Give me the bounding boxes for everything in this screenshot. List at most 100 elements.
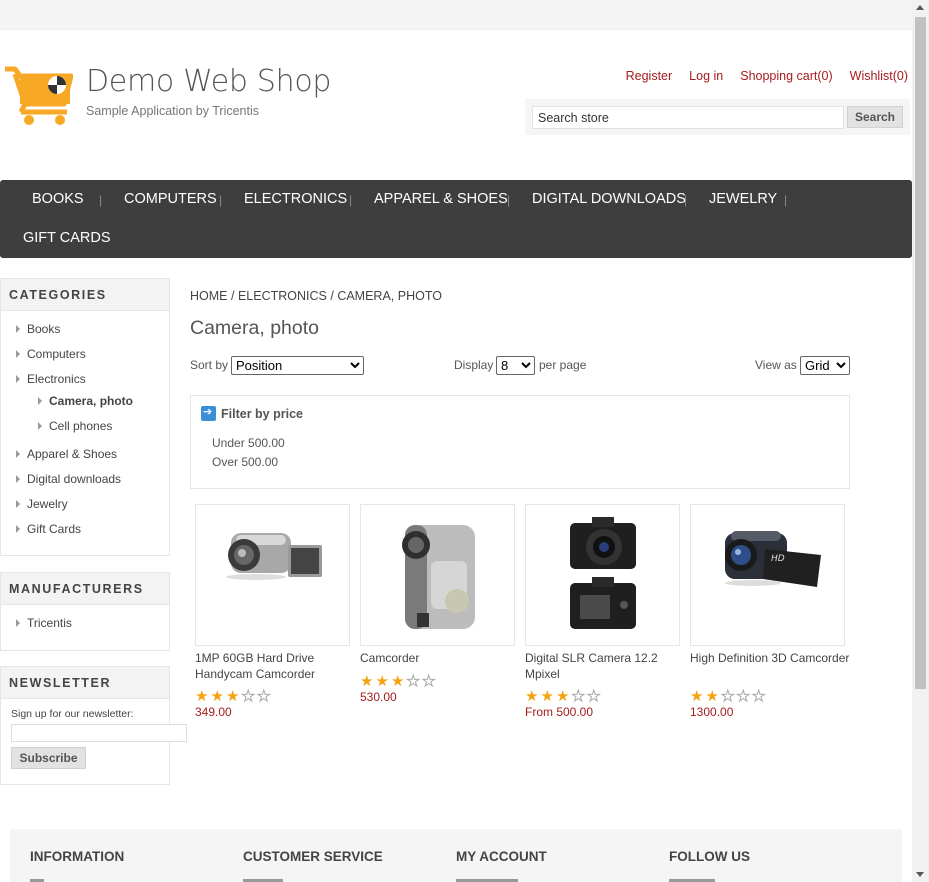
star-empty-icon: ★ <box>587 687 601 705</box>
triangle-right-icon <box>16 350 20 358</box>
svg-text:HD: HD <box>771 554 785 564</box>
scroll-up-icon[interactable] <box>916 5 924 10</box>
categories-block: CATEGORIES Books Computers Electronics C… <box>0 278 170 556</box>
star-filled-icon: ★ <box>226 687 240 705</box>
product-title[interactable]: Camcorder <box>360 650 520 666</box>
register-link[interactable]: Register <box>626 69 673 83</box>
menu-item-apparel-shoes[interactable]: APPAREL & SHOES <box>374 191 508 207</box>
menu-item-books[interactable]: BOOKS <box>32 191 84 207</box>
price-filter: Filter by price Under 500.00 Over 500.00 <box>190 395 850 489</box>
star-empty-icon: ★ <box>422 672 436 690</box>
triangle-right-icon <box>16 325 20 333</box>
filter-title: Filter by price <box>221 407 303 421</box>
menu-separator: | <box>507 193 511 207</box>
search-input[interactable] <box>532 106 844 129</box>
breadcrumb-electronics[interactable]: ELECTRONICS <box>238 289 327 303</box>
search-button[interactable]: Search <box>847 106 903 128</box>
category-cell-phones[interactable]: Cell phones <box>38 419 112 433</box>
category-computers[interactable]: Computers <box>16 347 86 361</box>
star-empty-icon: ★ <box>752 687 766 705</box>
menu-item-electronics[interactable]: ELECTRONICS <box>244 191 347 207</box>
category-label: Jewelry <box>27 497 68 511</box>
triangle-right-icon <box>16 525 20 533</box>
price-filter-over[interactable]: Over 500.00 <box>212 455 278 469</box>
manufacturer-label: Tricentis <box>27 616 72 630</box>
triangle-right-icon <box>16 450 20 458</box>
product-image[interactable] <box>195 504 350 646</box>
newsletter-block: NEWSLETTER Sign up for our newsletter: S… <box>0 666 187 785</box>
star-empty-icon: ★ <box>571 687 585 705</box>
wishlist-link[interactable]: Wishlist(0) <box>850 69 908 83</box>
view-mode-select[interactable]: Grid <box>800 356 850 375</box>
category-apparel-shoes[interactable]: Apparel & Shoes <box>16 447 117 461</box>
star-empty-icon: ★ <box>241 687 255 705</box>
breadcrumb-home[interactable]: HOME <box>190 289 228 303</box>
per-page-label: per page <box>539 358 587 372</box>
product-price: 349.00 <box>195 705 232 719</box>
manufacturers-title: MANUFACTURERS <box>1 573 169 605</box>
price-filter-under[interactable]: Under 500.00 <box>212 436 285 450</box>
star-filled-icon: ★ <box>690 687 704 705</box>
filter-header[interactable]: Filter by price <box>201 405 303 421</box>
scroll-thumb[interactable] <box>915 17 926 689</box>
breadcrumb-separator: / <box>330 289 334 303</box>
product-price: From 500.00 <box>525 705 594 719</box>
product-title[interactable]: High Definition 3D Camcorder <box>690 650 850 666</box>
manufacturers-block: MANUFACTURERS Tricentis <box>0 572 170 651</box>
product-rating: ★ ★ ★ ★ ★ <box>360 672 438 690</box>
menu-item-jewelry[interactable]: JEWELRY <box>709 191 777 207</box>
shopping-cart-logo-icon <box>5 66 73 125</box>
newsletter-email-input[interactable] <box>11 724 187 742</box>
camcorder-image <box>402 525 475 629</box>
vertical-scrollbar[interactable] <box>912 0 929 882</box>
star-empty-icon: ★ <box>736 687 750 705</box>
shopping-cart-link[interactable]: Shopping cart(0) <box>740 69 832 83</box>
star-filled-icon: ★ <box>540 687 554 705</box>
product-rating: ★ ★ ★ ★ ★ <box>195 687 273 705</box>
hd-camcorder-image: HD <box>725 531 821 587</box>
logo-name: Demo Web Shop <box>86 64 332 99</box>
page-size-select[interactable]: 8 <box>496 356 535 375</box>
footer: INFORMATION CUSTOMER SERVICE MY ACCOUNT … <box>10 829 902 882</box>
header-links: Register Log in Shopping cart(0) Wishlis… <box>609 69 908 83</box>
category-jewelry[interactable]: Jewelry <box>16 497 68 511</box>
product-title[interactable]: 1MP 60GB Hard Drive Handycam Camcorder <box>195 650 355 682</box>
product-title[interactable]: Digital SLR Camera 12.2 Mpixel <box>525 650 685 682</box>
star-empty-icon: ★ <box>406 672 420 690</box>
star-filled-icon: ★ <box>375 672 389 690</box>
sort-select[interactable]: Position <box>231 356 364 375</box>
category-digital-downloads[interactable]: Digital downloads <box>16 472 121 486</box>
search-box: Search <box>525 99 910 135</box>
category-electronics[interactable]: Electronics <box>16 372 86 386</box>
category-label: Gift Cards <box>27 522 82 536</box>
scroll-down-icon[interactable] <box>916 872 924 877</box>
product-image[interactable] <box>360 504 515 646</box>
category-label: Digital downloads <box>27 472 122 486</box>
triangle-right-icon <box>16 475 20 483</box>
category-books[interactable]: Books <box>16 322 60 336</box>
top-menu: BOOKS | COMPUTERS | ELECTRONICS | APPARE… <box>0 180 912 258</box>
footer-follow-us-title: FOLLOW US <box>669 849 750 864</box>
footer-my-account-title: MY ACCOUNT <box>456 849 547 864</box>
product-image[interactable] <box>525 504 680 646</box>
category-gift-cards[interactable]: Gift Cards <box>16 522 81 536</box>
site-logo[interactable]: Demo Web Shop Sample Application by Tric… <box>5 62 331 132</box>
menu-separator: | <box>349 193 353 207</box>
manufacturer-tricentis[interactable]: Tricentis <box>16 616 72 630</box>
star-filled-icon: ★ <box>525 687 539 705</box>
menu-item-computers[interactable]: COMPUTERS <box>124 191 217 207</box>
arrow-right-icon <box>201 405 216 421</box>
handycam-image <box>226 533 322 580</box>
login-link[interactable]: Log in <box>689 69 723 83</box>
subscribe-button[interactable]: Subscribe <box>11 747 86 769</box>
triangle-right-icon <box>38 422 42 430</box>
breadcrumb-separator: / <box>230 289 235 303</box>
category-label: Apparel & Shoes <box>27 447 118 461</box>
menu-item-digital-downloads[interactable]: DIGITAL DOWNLOADS <box>532 191 686 207</box>
product-rating: ★ ★ ★ ★ ★ <box>690 687 768 705</box>
product-image[interactable]: HD <box>690 504 845 646</box>
star-filled-icon: ★ <box>195 687 209 705</box>
star-filled-icon: ★ <box>210 687 224 705</box>
menu-item-gift-cards[interactable]: GIFT CARDS <box>23 230 111 246</box>
category-camera-photo[interactable]: Camera, photo <box>38 394 133 408</box>
